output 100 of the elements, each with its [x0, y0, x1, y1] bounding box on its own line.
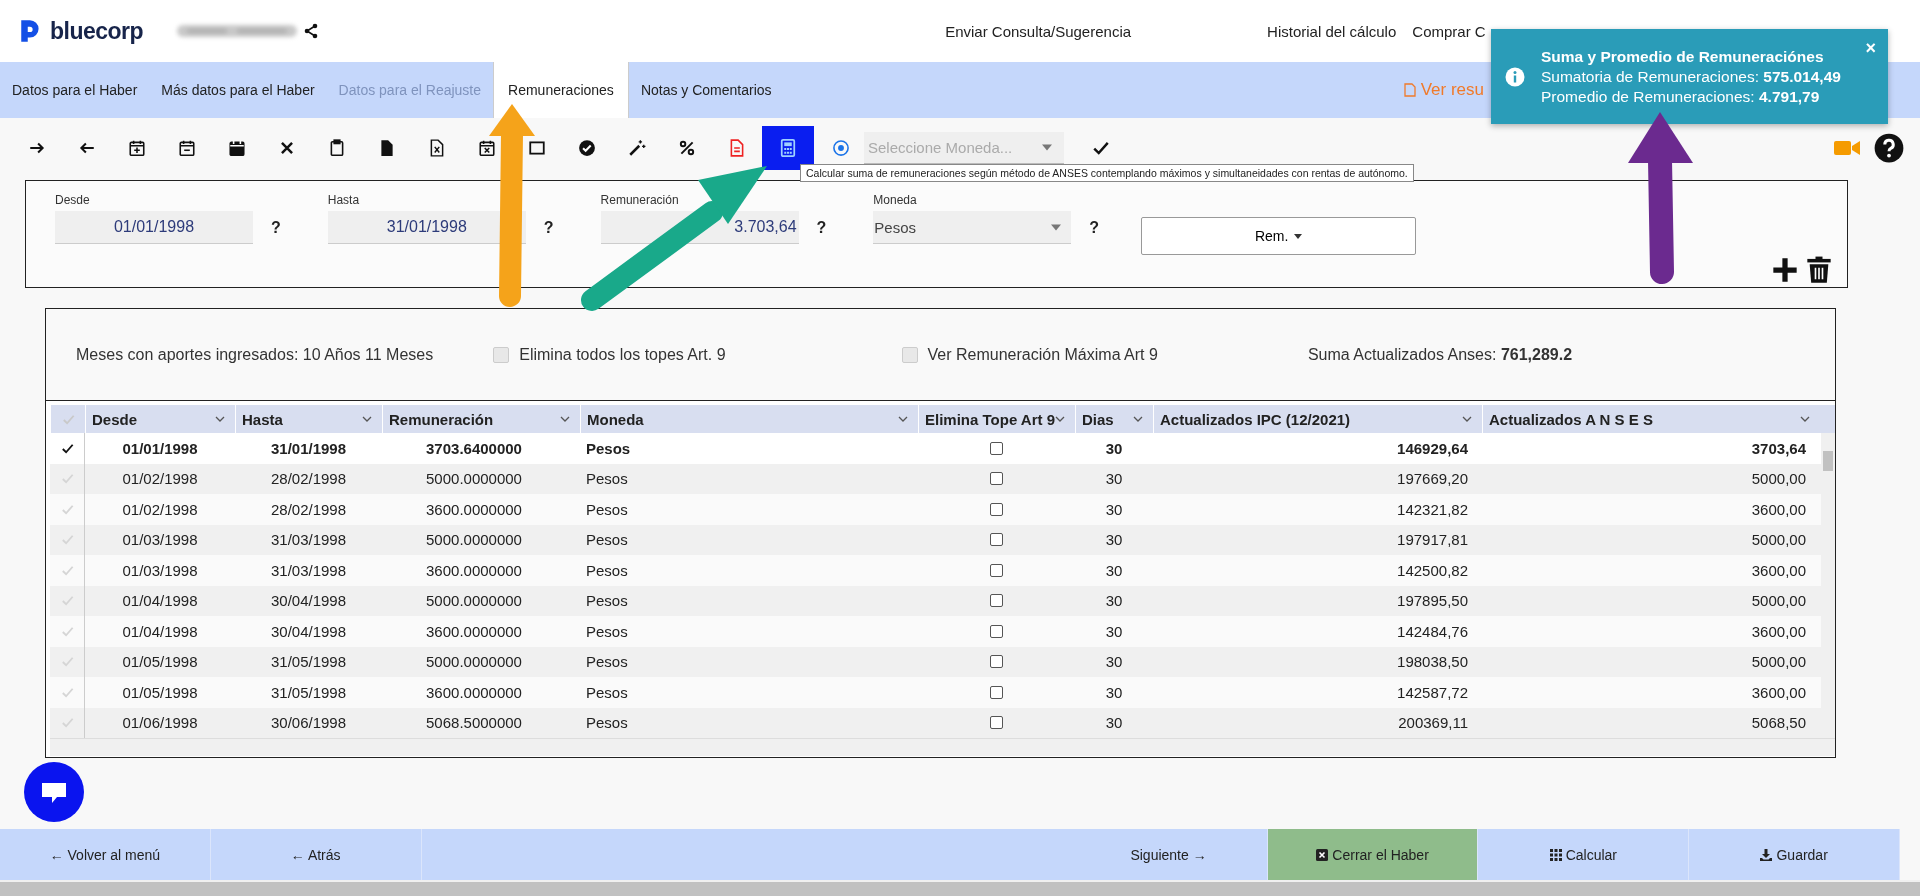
- footer-button[interactable]: Cerrar el Haber: [1267, 829, 1479, 880]
- trash-icon[interactable]: [1805, 255, 1833, 285]
- chevron-icon[interactable]: [215, 416, 225, 422]
- table-cell-text: 31/05/1998: [269, 682, 348, 703]
- calendar-x-icon[interactable]: [478, 139, 496, 157]
- table-cell-text: 01/04/1998: [121, 621, 199, 642]
- table-cell-text: 3600.0000000: [425, 560, 523, 581]
- table-cell-text: 31/03/1998: [269, 530, 348, 551]
- checkbox[interactable]: [990, 685, 1003, 699]
- table-cell-text: Pesos: [585, 530, 629, 551]
- table-cell-text: Pesos: [585, 652, 629, 673]
- share-icon[interactable]: [303, 23, 320, 39]
- header-link[interactable]: Comprar C: [1412, 22, 1486, 40]
- chat-button[interactable]: [24, 762, 84, 822]
- table-cell-text: 142321,82: [1396, 499, 1469, 520]
- table-cell-text: Pesos: [585, 560, 629, 581]
- check-icon[interactable]: [1092, 139, 1110, 157]
- calendar-plus-icon[interactable]: [128, 139, 146, 157]
- table-cell-text: 3703.6400000: [425, 438, 523, 459]
- help-mark[interactable]: ?: [1089, 218, 1100, 237]
- tab[interactable]: Notas y Comentarios: [628, 62, 784, 118]
- chevron-icon[interactable]: [560, 416, 570, 422]
- select-field[interactable]: Pesos: [873, 211, 1072, 244]
- checkbox[interactable]: [990, 655, 1003, 669]
- table-cell-text: 146929,64: [1396, 438, 1469, 459]
- table-cell-text: 30: [1104, 682, 1124, 703]
- close-icon[interactable]: [278, 139, 296, 157]
- rem-dropdown-button[interactable]: Rem.: [1141, 217, 1417, 255]
- percent-icon[interactable]: [678, 139, 696, 157]
- tab[interactable]: Remuneraciones: [493, 62, 629, 118]
- table-cell-text: 30: [1104, 469, 1124, 490]
- checkbox[interactable]: [990, 716, 1003, 730]
- calendar-icon[interactable]: [228, 139, 246, 157]
- input-field[interactable]: 01/01/1998: [55, 211, 253, 244]
- calculator-button[interactable]: [762, 126, 814, 170]
- vertical-scrollbar[interactable]: [1821, 433, 1835, 738]
- table-cell-text: 30: [1104, 591, 1124, 612]
- table-cell-text: 30/04/1998: [269, 591, 348, 612]
- table-cell-text: 30/06/1998: [269, 713, 348, 734]
- checkbox[interactable]: [990, 472, 1003, 486]
- table-cell-text: 30: [1104, 438, 1124, 459]
- checkbox[interactable]: [990, 502, 1003, 516]
- table-cell-text: 28/02/1998: [269, 499, 348, 520]
- table-cell-text: 01/03/1998: [121, 560, 199, 581]
- checkbox[interactable]: [990, 624, 1003, 638]
- table-cell-text: Pesos: [585, 438, 632, 459]
- calendar-minus-icon[interactable]: [178, 139, 196, 157]
- grid-icon: [1549, 848, 1562, 861]
- chevron-icon[interactable]: [1800, 416, 1810, 422]
- page-scrollbar[interactable]: [0, 880, 1920, 896]
- table-cell-text: 01/02/1998: [121, 499, 199, 520]
- header-link[interactable]: Enviar Consulta/Sugerencia: [945, 22, 1132, 40]
- header-link[interactable]: Historial del cálculo: [1267, 22, 1397, 40]
- table-cell-text: 142484,76: [1396, 621, 1469, 642]
- checkbox[interactable]: [990, 563, 1003, 577]
- info-icon: [1505, 66, 1525, 87]
- table-cell-text: Pesos: [585, 621, 629, 642]
- pdf-file-icon[interactable]: [728, 139, 746, 157]
- tab[interactable]: Más datos para el Haber: [149, 62, 327, 118]
- table-cell-text: 01/02/1998: [121, 469, 199, 490]
- checkbox[interactable]: [990, 594, 1003, 608]
- chevron-icon[interactable]: [898, 416, 908, 422]
- table-cell-text: 30: [1104, 713, 1124, 734]
- table-cell-text: 01/01/1998: [121, 438, 199, 459]
- help-icon[interactable]: [1874, 133, 1904, 163]
- square-icon[interactable]: [528, 139, 546, 157]
- toast-text: Sumatoria de Remuneraciones: 575.014,49: [1541, 67, 1841, 86]
- table-cell-text: 5068.5000000: [425, 713, 523, 734]
- table-cell-text: 5000,00: [1750, 530, 1807, 551]
- help-mark[interactable]: ?: [271, 218, 281, 237]
- table-cell-text: 28/02/1998: [269, 469, 348, 490]
- checkbox-label[interactable]: Elimina todos los topes Art. 9: [519, 345, 726, 364]
- check-circle-icon[interactable]: [578, 139, 596, 157]
- help-mark[interactable]: ?: [816, 218, 827, 237]
- table-cell-text: 01/03/1998: [121, 530, 199, 551]
- caret-icon[interactable]: [1294, 233, 1303, 239]
- add-icon[interactable]: [1771, 255, 1799, 285]
- chevron-icon[interactable]: [1462, 416, 1472, 422]
- checkbox[interactable]: [990, 533, 1003, 547]
- checkbox-label[interactable]: Ver Remuneración Máxima Art 9: [927, 345, 1158, 364]
- chevron-icon[interactable]: [1055, 416, 1066, 422]
- table-cell-text: 3600.0000000: [425, 682, 523, 703]
- horizontal-scrollbar[interactable]: [50, 738, 1835, 756]
- spreadsheet-file-icon[interactable]: [428, 139, 446, 157]
- chevron-icon[interactable]: [362, 416, 372, 422]
- magic-wand-icon[interactable]: [628, 139, 646, 157]
- tab[interactable]: Datos para el Haber: [0, 62, 150, 118]
- clipboard-icon[interactable]: [328, 139, 346, 157]
- help-mark[interactable]: ?: [543, 218, 554, 237]
- table-cell-text: 01/06/1998: [121, 713, 199, 734]
- table-cell-text: 5000,00: [1750, 469, 1807, 490]
- target-icon[interactable]: [832, 139, 850, 157]
- chevron-icon[interactable]: [1133, 416, 1143, 422]
- checkbox[interactable]: [990, 441, 1003, 455]
- document-icon[interactable]: [378, 139, 396, 157]
- calculator-icon[interactable]: [778, 138, 798, 158]
- toast-text: Promedio de Remuneraciones: 4.791,79: [1541, 87, 1821, 106]
- table-cell-text: 197669,20: [1396, 469, 1469, 490]
- table-cell-text: Pesos: [585, 591, 629, 612]
- table-cell-text: 3600,00: [1750, 682, 1807, 703]
